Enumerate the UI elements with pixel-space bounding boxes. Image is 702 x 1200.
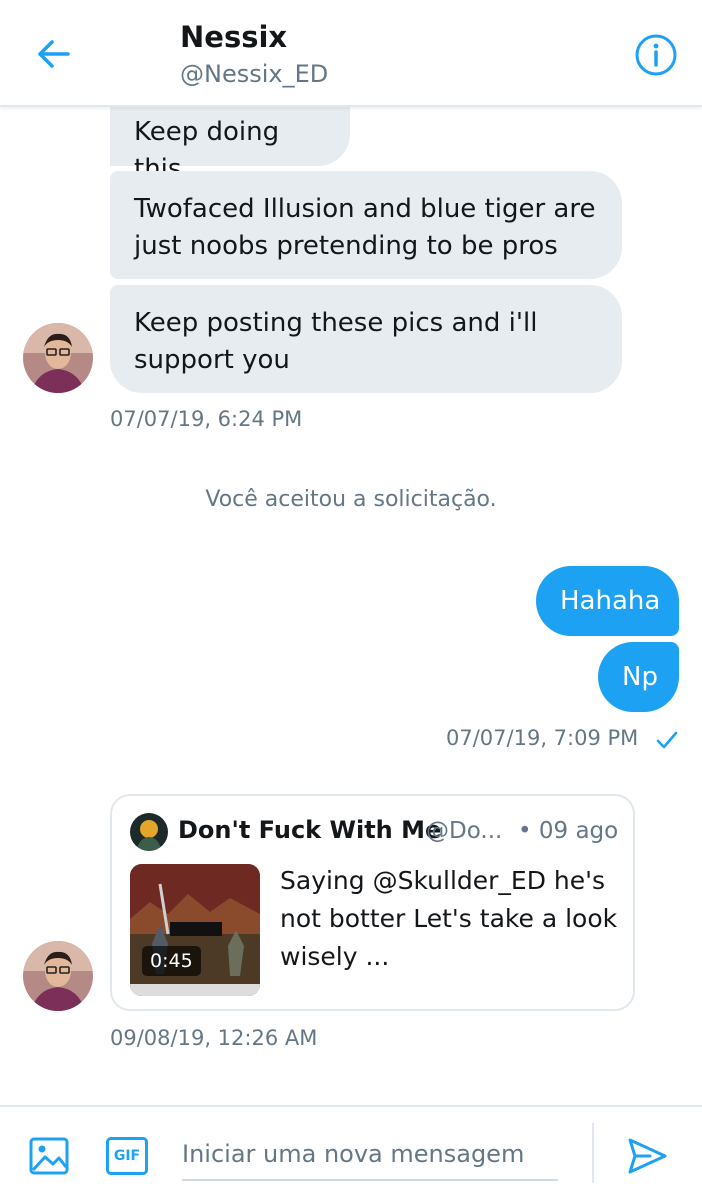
message-timestamp: 07/07/19, 7:09 PM bbox=[446, 726, 639, 750]
tweet-text: Saying @Skullder_ED he's not botter Let'… bbox=[280, 866, 618, 971]
message-input[interactable] bbox=[182, 1129, 558, 1181]
back-button[interactable] bbox=[34, 34, 74, 74]
gif-button[interactable]: GIF bbox=[106, 1137, 148, 1175]
video-duration: 0:45 bbox=[142, 946, 201, 976]
conversation-handle[interactable]: @Nessix_ED bbox=[180, 60, 328, 88]
tweet-author-handle: @Do... bbox=[426, 818, 503, 844]
request-accepted-notice: Você aceitou a solicitação. bbox=[205, 487, 497, 512]
shared-tweet-card[interactable]: Don't Fuck With Me @Do... • 09 ago 0:45 … bbox=[110, 794, 635, 1011]
message-bubble-incoming[interactable]: Twofaced Illusion and blue tiger are jus… bbox=[110, 171, 622, 279]
message-bubble-incoming[interactable]: Keep doing this bbox=[110, 100, 350, 184]
send-icon bbox=[628, 1138, 667, 1174]
message-bubble-incoming[interactable]: Keep posting these pics and i'll support… bbox=[110, 285, 622, 393]
message-timestamp: 07/07/19, 6:24 PM bbox=[110, 407, 303, 431]
tweet-author-name: Don't Fuck With Me bbox=[178, 816, 442, 844]
message-timestamp: 09/08/19, 12:26 AM bbox=[110, 1026, 318, 1050]
tweet-time: • 09 ago bbox=[518, 818, 619, 844]
checkmark-icon bbox=[656, 731, 678, 749]
arrow-left-icon bbox=[38, 40, 70, 68]
tweet-author-avatar bbox=[130, 813, 168, 851]
info-button[interactable] bbox=[634, 33, 678, 77]
info-circle-icon bbox=[635, 34, 677, 76]
message-bubble-outgoing[interactable]: Hahaha bbox=[536, 566, 679, 636]
add-image-button[interactable] bbox=[28, 1135, 70, 1177]
avatar[interactable] bbox=[23, 323, 93, 393]
message-bubble-outgoing[interactable]: Np bbox=[598, 642, 679, 712]
conversation-name[interactable]: Nessix bbox=[180, 20, 287, 54]
send-button[interactable] bbox=[626, 1135, 668, 1177]
conversation-header: Nessix @Nessix_ED bbox=[0, 0, 702, 107]
tweet-video-thumbnail[interactable]: 0:45 bbox=[130, 864, 260, 996]
avatar[interactable] bbox=[23, 941, 93, 1011]
composer-divider bbox=[592, 1123, 594, 1183]
image-icon bbox=[29, 1137, 69, 1175]
message-composer: GIF bbox=[0, 1105, 702, 1200]
